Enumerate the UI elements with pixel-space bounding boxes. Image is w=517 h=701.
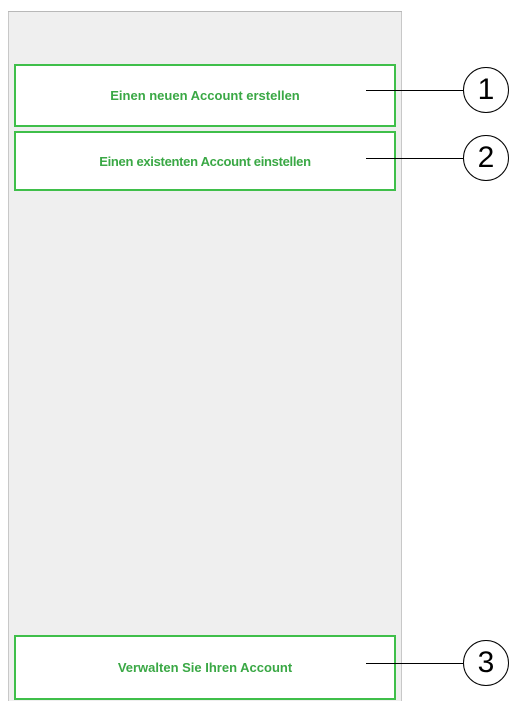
create-new-account-label: Einen neuen Account erstellen (110, 88, 300, 103)
callout-number-3: 3 (463, 640, 509, 686)
callout-line-1 (366, 90, 463, 91)
callout-number-1: 1 (463, 67, 509, 113)
manage-account-label: Verwalten Sie Ihren Account (117, 660, 293, 675)
create-new-account-button[interactable]: Einen neuen Account erstellen (14, 64, 396, 127)
set-up-existing-account-button[interactable]: Einen existenten Account einstellen (14, 131, 396, 191)
callout-line-3 (366, 663, 463, 664)
manage-account-button[interactable]: Verwalten Sie Ihren Account (14, 635, 396, 700)
panel-top-edge (8, 11, 402, 12)
set-up-existing-account-label: Einen existenten Account einstellen (99, 153, 311, 169)
callout-line-2 (366, 158, 463, 159)
callout-number-2: 2 (463, 135, 509, 181)
